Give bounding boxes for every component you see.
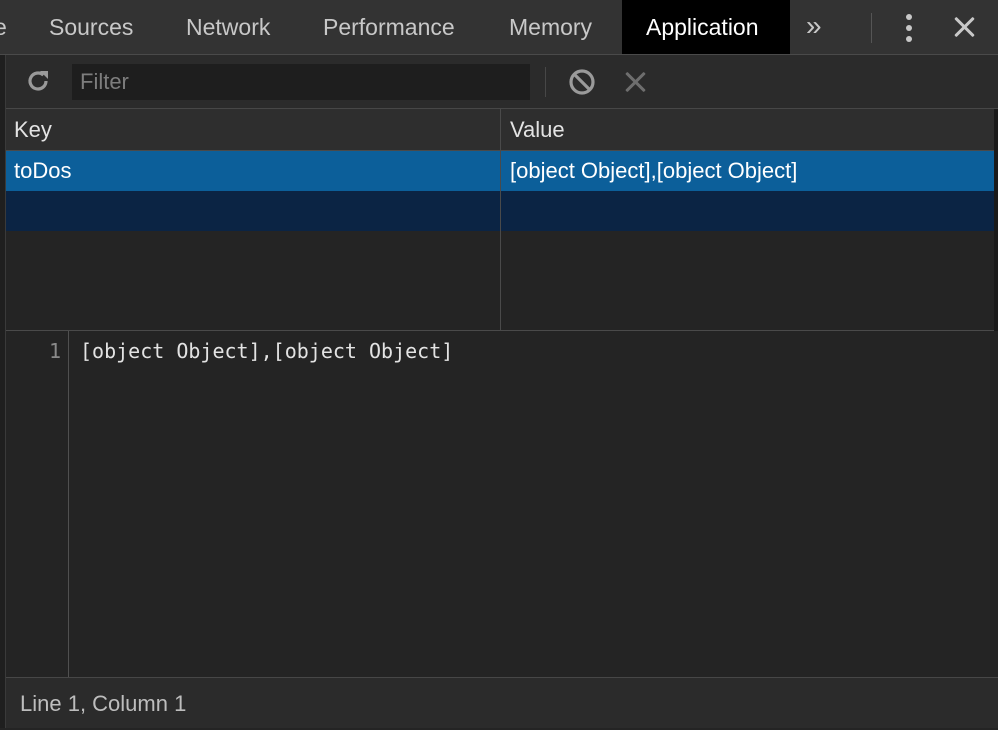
tab-console-partial[interactable]: e	[0, 0, 7, 54]
chevron-double-right-icon: »	[806, 10, 822, 41]
refresh-icon[interactable]	[25, 68, 51, 94]
column-divider[interactable]	[500, 109, 501, 330]
status-bar: Line 1, Column 1	[6, 677, 998, 728]
column-header-value[interactable]: Value	[510, 109, 565, 151]
empty-new-row[interactable]	[6, 191, 998, 231]
tab-memory[interactable]: Memory	[509, 0, 592, 54]
storage-data-grid: Key Value toDos [object Object],[object …	[6, 109, 998, 331]
grid-header: Key Value	[6, 109, 998, 151]
devtools-tab-bar: e Sources Network Performance Memory App…	[0, 0, 998, 55]
grid-right-edge	[994, 109, 998, 331]
line-number: 1	[48, 339, 61, 363]
cursor-position: Line 1, Column 1	[20, 691, 187, 716]
tab-network[interactable]: Network	[186, 0, 270, 54]
column-header-key[interactable]: Key	[14, 109, 52, 151]
filter-input[interactable]	[72, 64, 530, 100]
more-tabs-button[interactable]: »	[806, 0, 822, 54]
toolbar-divider	[545, 67, 546, 97]
tab-application[interactable]: Application	[622, 0, 790, 54]
block-icon[interactable]	[568, 68, 596, 96]
code-line[interactable]: [object Object],[object Object]	[80, 339, 453, 363]
vertical-dots-icon[interactable]	[904, 14, 914, 42]
tab-sources[interactable]: Sources	[49, 0, 133, 54]
table-row[interactable]: toDos [object Object],[object Object]	[6, 151, 998, 191]
value-preview-editor[interactable]: 1 [object Object],[object Object]	[6, 331, 998, 677]
clear-icon[interactable]	[623, 69, 649, 95]
row-key-cell[interactable]: toDos	[14, 151, 71, 191]
tab-performance[interactable]: Performance	[323, 0, 455, 54]
tabbar-divider	[871, 13, 872, 43]
row-value-cell[interactable]: [object Object],[object Object]	[510, 151, 797, 191]
line-number-gutter: 1	[6, 331, 69, 677]
storage-toolbar	[6, 55, 998, 109]
close-icon[interactable]	[951, 13, 977, 41]
